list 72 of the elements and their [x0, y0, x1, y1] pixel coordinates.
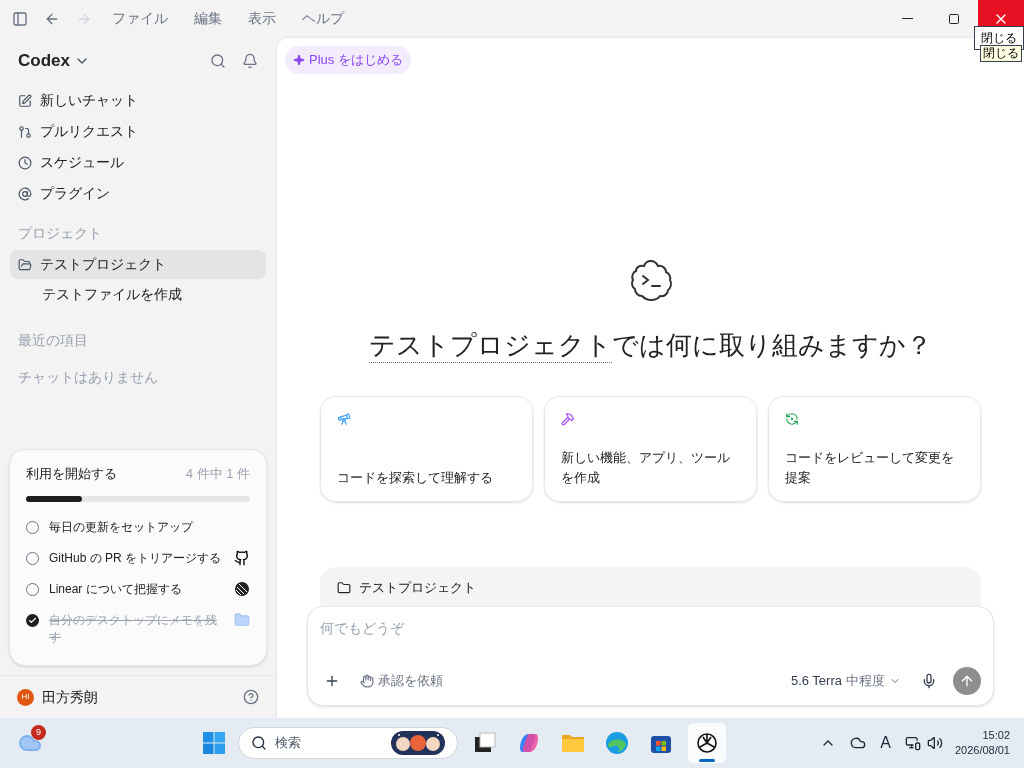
- input-method-indicator[interactable]: A: [880, 731, 891, 755]
- section-heading: プロジェクト: [17, 224, 103, 243]
- empty-message: チャットはありません: [17, 368, 159, 387]
- minimize-icon: [901, 18, 913, 19]
- folder-icon: [234, 612, 250, 628]
- suggestion-card[interactable]: コードをレビューして変更を提案: [768, 396, 981, 502]
- add-icon[interactable]: [324, 673, 340, 689]
- github-icon: [234, 550, 250, 566]
- card-label: コードをレビューして変更を提案: [785, 450, 955, 487]
- sparkle-icon: [293, 54, 305, 66]
- refresh-check-icon: [785, 412, 799, 426]
- plugin-icon: [18, 186, 32, 201]
- hammer-icon: [561, 412, 575, 426]
- upgrade-button[interactable]: Plus をはじめる: [285, 46, 411, 74]
- check-icon: [28, 616, 37, 625]
- app-name[interactable]: Codex: [18, 48, 70, 74]
- section-heading: 最近の項目: [17, 331, 89, 350]
- telescope-icon: [337, 412, 351, 426]
- schedule-icon: [18, 155, 32, 170]
- user-avatar[interactable]: HI: [17, 688, 34, 706]
- model-selector[interactable]: 5.6 Terra 中程度: [790, 671, 901, 691]
- user-name[interactable]: 田方秀朗: [42, 686, 98, 708]
- suggestion-card[interactable]: コードを探索して理解する: [320, 396, 533, 502]
- notification-badge: 9: [31, 725, 46, 740]
- bell-icon[interactable]: [242, 53, 258, 69]
- folder-icon: [18, 257, 32, 272]
- nav-item[interactable]: プラグイン: [10, 178, 266, 209]
- nav-item[interactable]: スケジュール: [10, 147, 266, 178]
- page-heading: では何に取り組みますか？: [612, 329, 932, 362]
- card-label: コードを探索して理解する: [337, 470, 494, 487]
- browser-icon[interactable]: [604, 730, 630, 756]
- hand-icon: [360, 674, 374, 688]
- cloud-icon[interactable]: [850, 735, 867, 751]
- new-icon: [18, 93, 32, 108]
- maximize-icon: [948, 12, 960, 25]
- search-icon[interactable]: [210, 53, 226, 69]
- search-icon: [251, 735, 267, 751]
- project-item[interactable]: テストプロジェクト: [10, 250, 266, 279]
- sidebar-toggle-icon[interactable]: [12, 10, 28, 27]
- composer-box[interactable]: 何でもどうぞ 承認を依頼 5.6 Terra 中程度: [307, 606, 994, 706]
- windows-logo-icon[interactable]: [202, 731, 226, 755]
- microphone-icon[interactable]: [921, 673, 937, 689]
- nav-item[interactable]: 新しいチャット: [10, 85, 266, 116]
- help-icon[interactable]: [243, 689, 259, 705]
- folder-icon: [337, 580, 351, 595]
- send-button[interactable]: [953, 667, 981, 695]
- task-checkbox[interactable]: [26, 614, 39, 627]
- task-label: 毎日の更新をセットアップ: [49, 519, 195, 536]
- taskbar-app-button[interactable]: [688, 723, 726, 763]
- menu-item[interactable]: ヘルプ: [302, 8, 344, 29]
- nav-item[interactable]: プルリクエスト: [10, 116, 266, 147]
- tooltip: 閉じる: [980, 45, 1022, 62]
- menu-item[interactable]: 表示: [248, 8, 276, 29]
- project-chat-item[interactable]: テストファイルを作成: [10, 279, 266, 310]
- striped-circle-icon: [234, 581, 250, 597]
- progress-count: 4 件中 1 件: [185, 464, 250, 483]
- menu-item[interactable]: 編集: [194, 8, 222, 29]
- volume-icon[interactable]: [926, 735, 943, 751]
- approval-button[interactable]: 承認を依頼: [360, 671, 443, 691]
- project-tab[interactable]: テストプロジェクト: [320, 567, 981, 607]
- task-label: Linear について把握する: [49, 581, 183, 598]
- pull-icon: [18, 124, 32, 139]
- network-icon[interactable]: [904, 735, 921, 751]
- card-label: 新しい機能、アプリ、ツールを作成: [561, 450, 731, 487]
- menu-item[interactable]: ファイル: [112, 8, 168, 29]
- search-field[interactable]: 検索: [238, 727, 458, 759]
- suggestion-card[interactable]: 新しい機能、アプリ、ツールを作成: [544, 396, 757, 502]
- task-label: GitHub の PR をトリアージする: [49, 550, 223, 567]
- project-link[interactable]: テストプロジェクト: [369, 328, 612, 363]
- onboarding-title: 利用を開始する: [26, 464, 117, 483]
- clock[interactable]: 15:02 2026/08/01: [954, 728, 1010, 758]
- task-label: 自分のデスクトップにメモを残す: [49, 612, 218, 646]
